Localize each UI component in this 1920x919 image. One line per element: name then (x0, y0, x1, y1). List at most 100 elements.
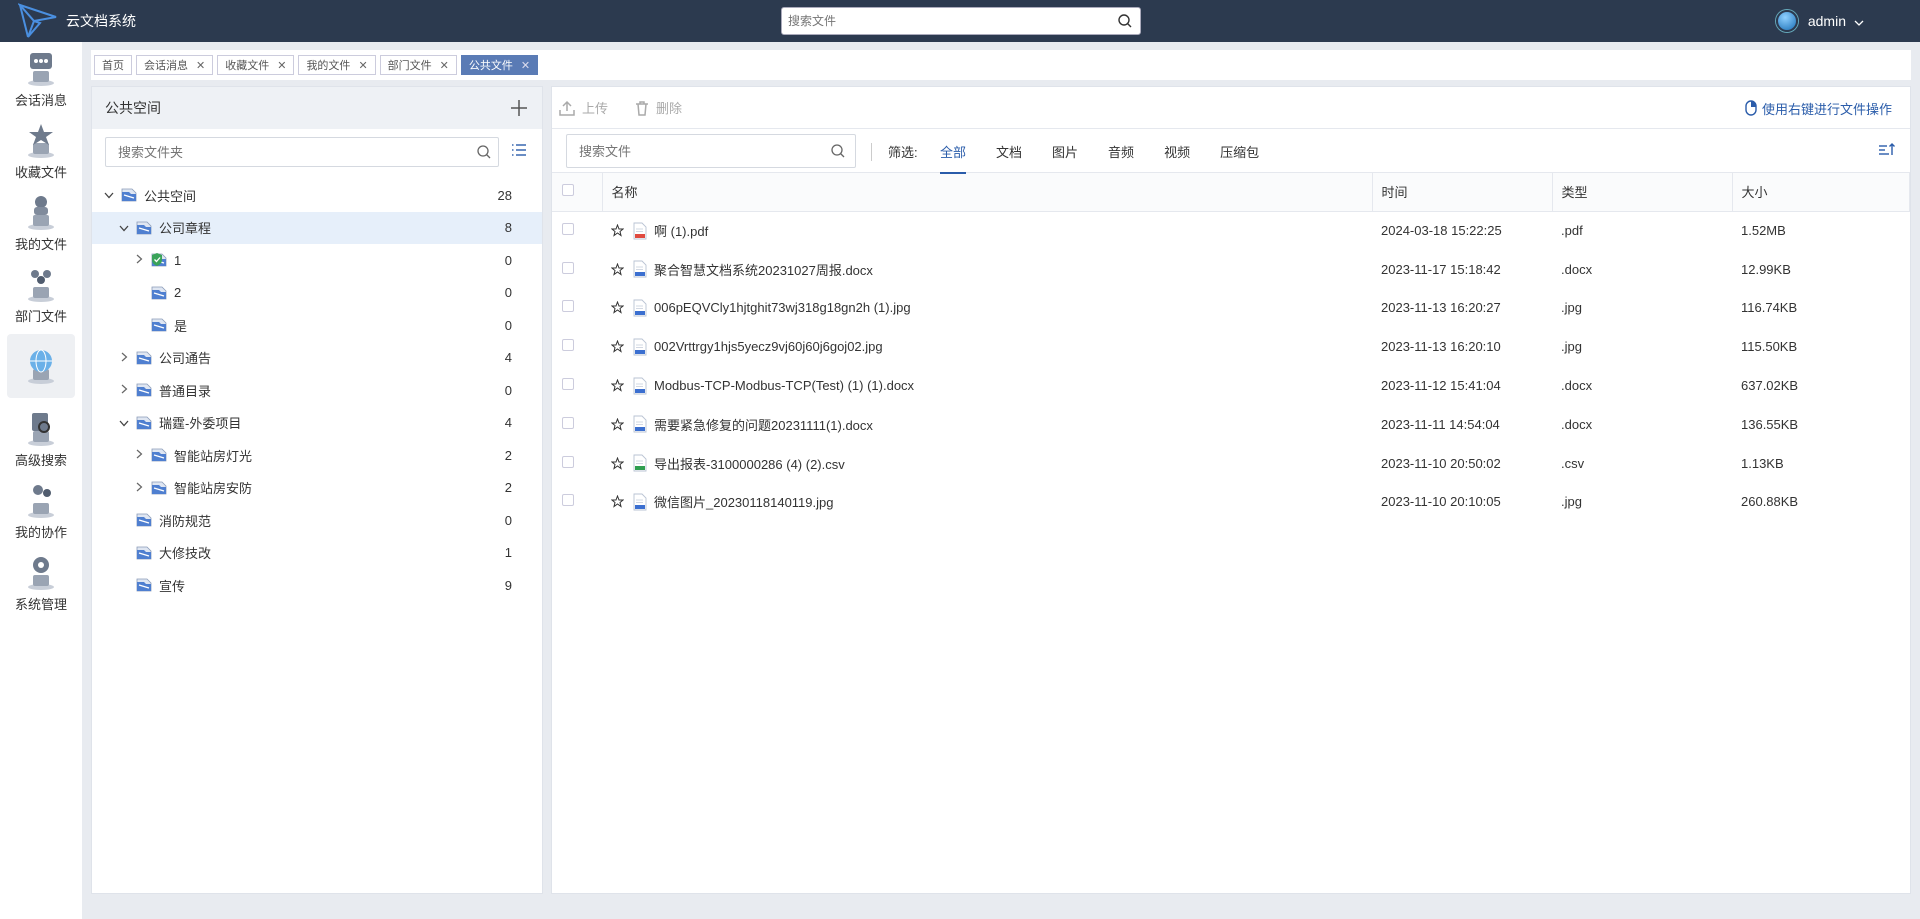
file-name[interactable]: 002Vrttrgy1hjs5yecz9vj60j60j6goj02.jpg (654, 339, 883, 354)
list-view-icon[interactable] (511, 143, 527, 160)
row-checkbox[interactable] (562, 261, 574, 274)
filter-tab[interactable]: 音频 (1108, 129, 1134, 173)
filter-tab[interactable]: 全部 (940, 129, 967, 174)
file-search-input[interactable] (567, 143, 821, 159)
add-folder-icon[interactable] (510, 95, 528, 121)
folder-search-input[interactable] (106, 144, 470, 160)
star-icon[interactable] (611, 340, 625, 353)
star-icon[interactable] (611, 301, 625, 315)
chevron-down-icon[interactable] (1854, 13, 1864, 29)
nav-item-department[interactable]: 部门文件 (0, 258, 82, 330)
file-name[interactable]: 啊 (1).pdf (654, 221, 708, 240)
chevron-right-icon[interactable] (132, 448, 146, 462)
table-row[interactable]: 导出报表-3100000286 (4) (2).csv 2023-11-10 20… (552, 444, 1910, 483)
filter-tab[interactable]: 视频 (1164, 129, 1190, 173)
chevron-right-icon[interactable] (132, 481, 146, 495)
folder-tree-item[interactable]: 智能站房安防 2 (92, 472, 542, 505)
filter-tab[interactable]: 压缩包 (1220, 129, 1259, 173)
tab-1[interactable]: 会话消息 ✕ (136, 55, 214, 75)
folder-tree-item[interactable]: 宣传 9 (92, 569, 542, 602)
star-icon[interactable] (611, 456, 625, 470)
folder-tree-item[interactable]: 公司通告 4 (92, 342, 542, 375)
nav-item-advanced-search[interactable]: 高级搜索 (0, 402, 82, 474)
nav-item-my-files[interactable]: 我的文件 (0, 186, 82, 258)
nav-item-message[interactable]: 会话消息 (0, 42, 82, 114)
row-checkbox[interactable] (562, 300, 574, 313)
close-icon[interactable]: ✕ (196, 59, 205, 72)
search-icon[interactable] (470, 145, 498, 159)
tab-2[interactable]: 收藏文件 ✕ (217, 55, 295, 75)
username[interactable]: admin (1808, 13, 1846, 29)
table-row[interactable]: 需要紧急修复的问题20231111(1).docx 2023-11-11 14:5… (552, 405, 1910, 444)
folder-tree-item[interactable]: 公司章程 8 (92, 211, 542, 244)
col-size-header[interactable]: 大小 (1732, 173, 1910, 212)
folder-tree-item[interactable]: 20 (92, 277, 542, 310)
folder-tree-item[interactable]: 10 (92, 244, 542, 277)
upload-button[interactable]: 上传 (558, 98, 608, 117)
row-checkbox[interactable] (562, 378, 574, 391)
table-row[interactable]: 啊 (1).pdf 2024-03-18 15:22:25 .pdf 1.52MB (552, 211, 1910, 250)
folder-search[interactable] (105, 137, 499, 167)
folder-tree-item[interactable]: 是0 (92, 309, 542, 342)
table-row[interactable]: 微信图片_20230118140119.jpg 2023-11-10 20:10:… (552, 483, 1910, 522)
row-checkbox[interactable] (562, 494, 574, 507)
star-icon[interactable] (611, 224, 625, 237)
nav-item-globe[interactable] (7, 334, 75, 398)
star-icon[interactable] (611, 262, 625, 276)
file-search[interactable] (566, 134, 856, 168)
col-name-header[interactable]: 名称 (602, 173, 1373, 212)
col-time-header[interactable]: 时间 (1372, 173, 1553, 212)
search-icon[interactable] (821, 144, 855, 158)
folder-tree-item[interactable]: 瑞霆-外委项目 4 (92, 407, 542, 440)
col-type-header[interactable]: 类型 (1552, 173, 1733, 212)
table-row[interactable]: Modbus-TCP-Modbus-TCP(Test) (1) (1).docx… (552, 366, 1910, 405)
file-name[interactable]: 聚合智慧文档系统20231027周报.docx (654, 260, 873, 279)
chevron-right-icon[interactable] (117, 351, 131, 365)
chevron-down-icon[interactable] (102, 188, 116, 202)
file-name[interactable]: 需要紧急修复的问题20231111(1).docx (654, 415, 873, 434)
row-checkbox[interactable] (562, 339, 574, 352)
star-icon[interactable] (611, 417, 625, 431)
avatar[interactable] (1775, 10, 1798, 32)
app-logo[interactable] (18, 0, 62, 42)
tab-0[interactable]: 首页 (94, 55, 132, 75)
chevron-down-icon[interactable] (117, 416, 131, 430)
tab-3[interactable]: 我的文件 ✕ (298, 55, 376, 75)
star-icon[interactable] (611, 495, 625, 509)
folder-tree-item[interactable]: 智能站房灯光 2 (92, 439, 542, 472)
file-name[interactable]: 微信图片_20230118140119.jpg (654, 492, 833, 511)
row-checkbox[interactable] (562, 416, 574, 429)
tab-5[interactable]: 公共文件 ✕ (460, 55, 539, 75)
folder-tree-item[interactable]: 公共空间 28 (92, 179, 542, 212)
row-checkbox[interactable] (562, 223, 574, 236)
table-row[interactable]: 006pEQVCly1hjtghit73wj318g18gn2h (1).jpg… (552, 289, 1910, 328)
filter-tab[interactable]: 图片 (1052, 129, 1078, 173)
filter-tab[interactable]: 文档 (996, 129, 1022, 173)
global-search[interactable] (781, 7, 1141, 35)
chevron-right-icon[interactable] (117, 383, 131, 397)
close-icon[interactable]: ✕ (358, 59, 367, 72)
table-row[interactable]: 聚合智慧文档系统20231027周报.docx 2023-11-17 15:18:… (552, 250, 1910, 289)
sort-icon[interactable] (1878, 142, 1896, 161)
folder-tree-item[interactable]: 普通目录 0 (92, 374, 542, 407)
user-menu[interactable]: admin (1775, 0, 1864, 42)
close-icon[interactable]: ✕ (277, 59, 286, 72)
select-all-checkbox[interactable] (562, 184, 574, 197)
row-checkbox[interactable] (562, 455, 574, 468)
delete-button[interactable]: 删除 (634, 98, 682, 117)
search-icon[interactable] (1110, 14, 1140, 28)
folder-tree-item[interactable]: 大修技改 1 (92, 537, 542, 570)
table-row[interactable]: 002Vrttrgy1hjs5yecz9vj60j60j6goj02.jpg 20… (552, 327, 1910, 366)
close-icon[interactable]: ✕ (521, 59, 530, 72)
chevron-down-icon[interactable] (117, 221, 131, 235)
nav-item-collaboration[interactable]: 我的协作 (0, 474, 82, 546)
file-name[interactable]: Modbus-TCP-Modbus-TCP(Test) (1) (1).docx (654, 378, 914, 393)
file-name[interactable]: 导出报表-3100000286 (4) (2).csv (654, 454, 845, 473)
file-name[interactable]: 006pEQVCly1hjtghit73wj318g18gn2h (1).jpg (654, 300, 911, 315)
nav-item-favorite[interactable]: 收藏文件 (0, 114, 82, 186)
chevron-right-icon[interactable] (132, 253, 146, 267)
global-search-input[interactable] (782, 8, 1110, 34)
folder-tree-item[interactable]: 消防规范 0 (92, 504, 542, 537)
tab-4[interactable]: 部门文件 ✕ (379, 55, 457, 75)
close-icon[interactable]: ✕ (440, 59, 449, 72)
